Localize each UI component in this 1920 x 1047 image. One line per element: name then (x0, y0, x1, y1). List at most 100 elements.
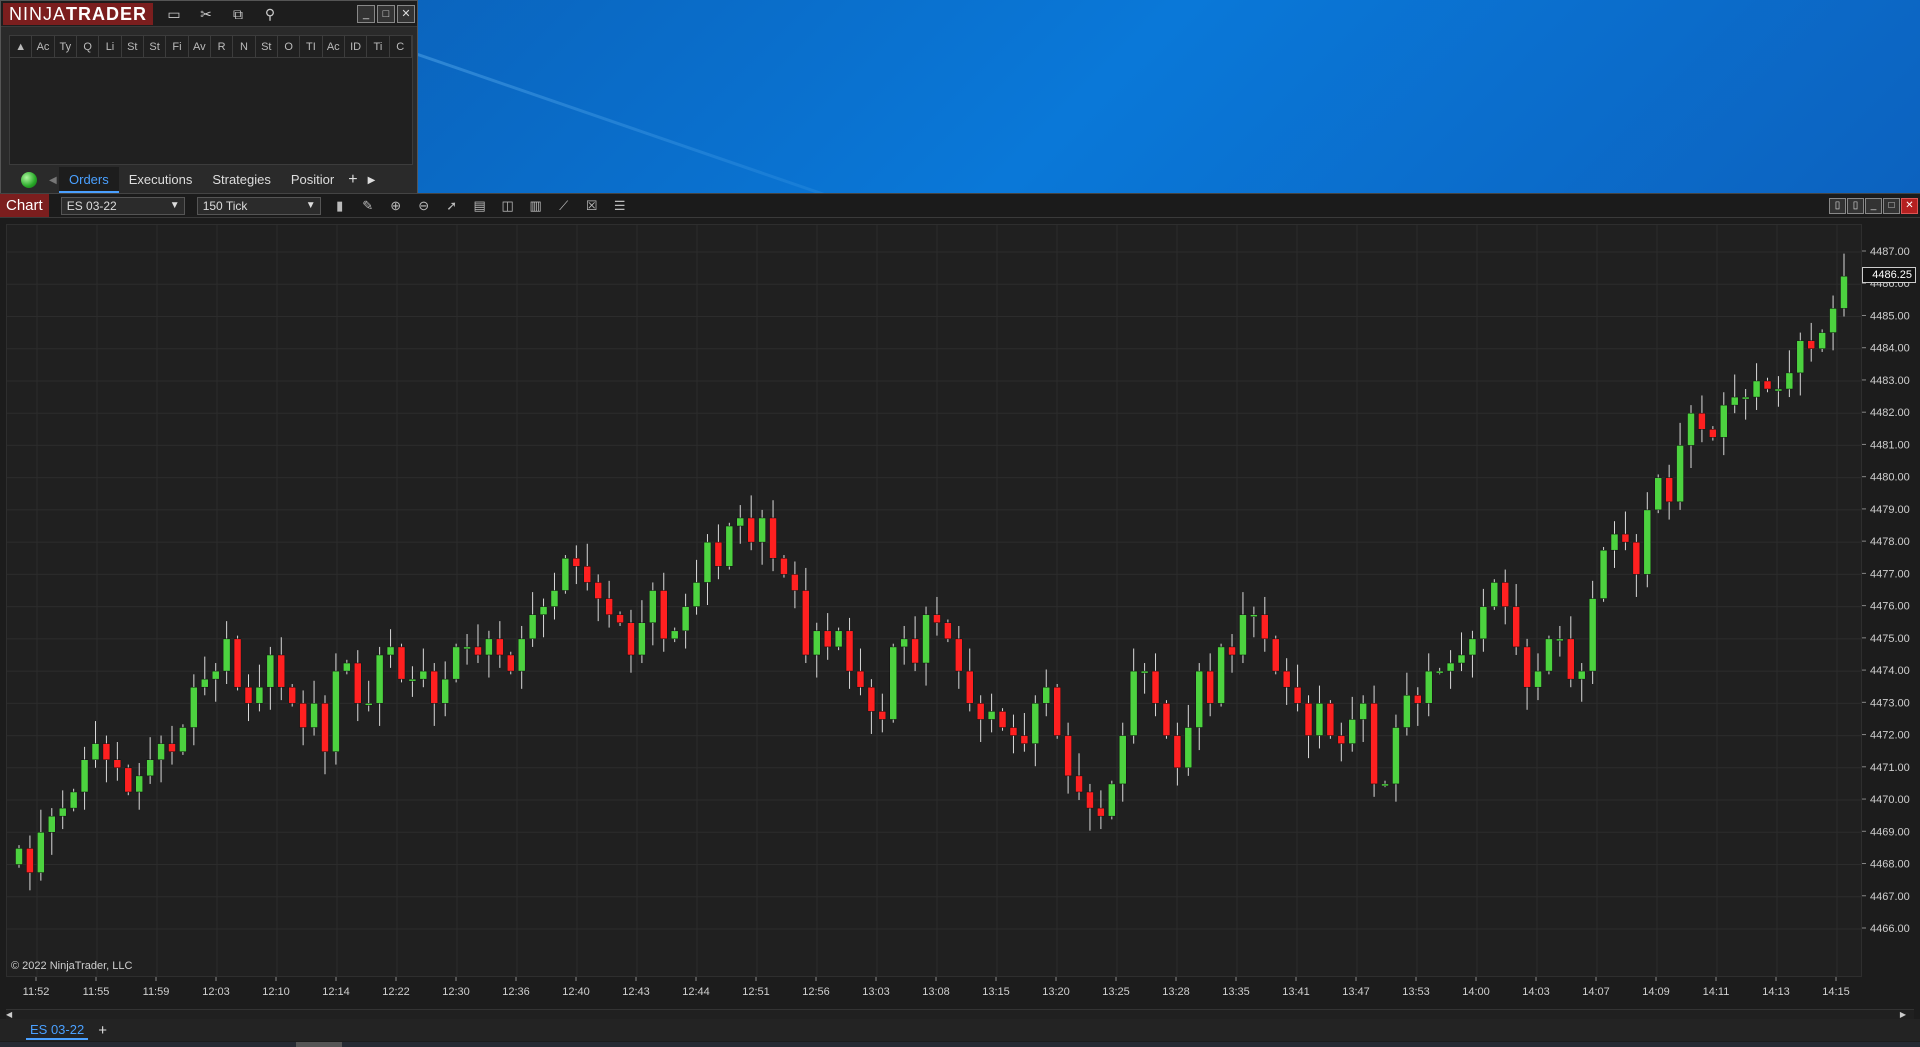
candle (1588, 580, 1597, 684)
candle (168, 725, 176, 765)
candle (1479, 588, 1488, 652)
candle (1534, 653, 1542, 701)
candle (1337, 722, 1346, 762)
candle (856, 648, 865, 696)
price-tick-label: 4471.00 (1870, 762, 1910, 774)
scroll-left-icon[interactable]: ◀ (6, 1010, 12, 1019)
control-center-titlebar[interactable]: NINJATRADER ▭ ✂ ⧉ ⚲ _ □ ✕ (1, 1, 417, 27)
minimize-button[interactable]: _ (357, 4, 375, 23)
candle (517, 625, 526, 689)
candle (1250, 606, 1258, 638)
column-header[interactable]: St (256, 36, 278, 57)
drawing-tool-icon[interactable]: ✎ (359, 197, 377, 215)
zoom-out-icon[interactable]: ⊖ (415, 197, 433, 215)
tile-right-button[interactable]: ▯ (1847, 197, 1864, 214)
strategies-icon[interactable]: ⟋ (555, 197, 573, 215)
add-chart-tab-icon[interactable]: + (98, 1022, 107, 1039)
column-header[interactable]: TI (300, 36, 323, 57)
price-chart-panel[interactable]: © 2022 NinjaTrader, LLC (6, 224, 1863, 978)
price-axis[interactable]: 4487.00 4486.00 4485.00 4484.00 4483.00 4482.… (1862, 224, 1920, 977)
properties-icon[interactable]: ☒ (583, 197, 601, 215)
indicators-icon[interactable]: ▥ (527, 197, 545, 215)
column-header[interactable]: R (211, 36, 234, 57)
candle (266, 646, 275, 710)
column-header[interactable]: St (144, 36, 167, 57)
bar-type-icon[interactable]: ▮ (331, 197, 349, 215)
candle (157, 735, 165, 783)
data-box-icon[interactable]: ▤ (471, 197, 489, 215)
candle (1752, 363, 1761, 410)
candle (681, 593, 690, 649)
candle (321, 695, 329, 775)
column-header[interactable]: Av (189, 36, 211, 57)
time-tick-label: 14:15 (1822, 986, 1850, 998)
time-tick-label: 13:47 (1342, 986, 1370, 998)
candle (1818, 329, 1826, 352)
tab-executions[interactable]: Executions (119, 167, 203, 193)
candle (758, 509, 766, 565)
chart-close-button[interactable]: ✕ (1901, 197, 1918, 214)
new-menu-icon[interactable]: ▭ (163, 4, 185, 24)
connection-status-indicator (21, 172, 37, 188)
tab-es-03-22[interactable]: ES 03-22 (26, 1020, 89, 1040)
add-tab-icon[interactable]: + (348, 171, 357, 189)
price-tick-label: 4472.00 (1870, 730, 1910, 742)
candle (550, 572, 559, 620)
price-tick-label: 4487.00 (1870, 246, 1910, 258)
tabs-scroll-right-icon[interactable]: ▶ (368, 175, 376, 186)
candle (332, 653, 340, 765)
column-header[interactable]: C (390, 36, 412, 57)
orders-grid-header: ▲ Ac Ty Q Li St St Fi Av R N St O TI Ac ID Ti C (10, 36, 412, 58)
tools-icon[interactable]: ✂ (195, 4, 217, 24)
interval-selector[interactable]: 150 Tick ▼ (196, 196, 321, 215)
candle (48, 808, 56, 855)
candle (1184, 704, 1193, 776)
tab-orders[interactable]: Orders (59, 167, 119, 193)
scroll-right-icon[interactable]: ▶ (1900, 1010, 1906, 1019)
time-tick-label: 13:35 (1222, 986, 1250, 998)
chart-trader-icon[interactable]: ◫ (499, 197, 517, 215)
column-header[interactable]: Ty (55, 36, 77, 57)
maximize-button[interactable]: □ (377, 4, 395, 23)
time-tick-label: 13:15 (982, 986, 1010, 998)
candle (1108, 780, 1116, 820)
column-header[interactable]: ▲ (10, 36, 33, 57)
column-header[interactable]: Ti (367, 36, 390, 57)
pointer-icon[interactable]: ➚ (443, 197, 461, 215)
chart-maximize-button[interactable]: □ (1883, 197, 1900, 214)
candle (1195, 663, 1203, 751)
candle (15, 845, 23, 868)
workspaces-icon[interactable]: ⧉ (227, 4, 249, 24)
candle (1031, 695, 1040, 767)
tab-strategies[interactable]: Strategies (202, 167, 281, 193)
column-header[interactable]: Q (77, 36, 100, 57)
instrument-selector[interactable]: ES 03-22 ▼ (60, 196, 185, 215)
taskbar (0, 1042, 1920, 1047)
column-header[interactable]: O (278, 36, 301, 57)
candle (965, 648, 974, 712)
candle (135, 762, 143, 810)
chart-minimize-button[interactable]: _ (1865, 197, 1882, 214)
close-button[interactable]: ✕ (397, 4, 415, 23)
templates-list-icon[interactable]: ☰ (611, 197, 629, 215)
time-axis[interactable]: 11:52 11:55 11:59 12:03 12:10 12:14 12:22 12:30… (6, 977, 1862, 1007)
column-header[interactable]: Fi (166, 36, 189, 57)
time-tick-label: 14:07 (1582, 986, 1610, 998)
column-header[interactable]: Li (99, 36, 122, 57)
zoom-in-icon[interactable]: ⊕ (387, 197, 405, 215)
time-tick-label: 13:41 (1282, 986, 1310, 998)
column-header[interactable]: Ac (323, 36, 345, 57)
price-tick-label: 4477.00 (1870, 568, 1910, 580)
candle (900, 625, 908, 665)
column-header[interactable]: ID (345, 36, 368, 57)
tabs-scroll-left-icon[interactable]: ◀ (49, 175, 59, 186)
connections-plug-icon[interactable]: ⚲ (259, 4, 281, 24)
column-header[interactable]: N (233, 36, 256, 57)
candle (419, 648, 428, 688)
horizontal-scrollbar[interactable]: ◀ ▶ (6, 1009, 1914, 1019)
tile-left-button[interactable]: ▯ (1829, 197, 1846, 214)
tab-positior[interactable]: Positior (281, 167, 344, 193)
candlestick-chart[interactable] (7, 225, 1863, 978)
column-header[interactable]: St (122, 36, 144, 57)
column-header[interactable]: Ac (32, 36, 55, 57)
